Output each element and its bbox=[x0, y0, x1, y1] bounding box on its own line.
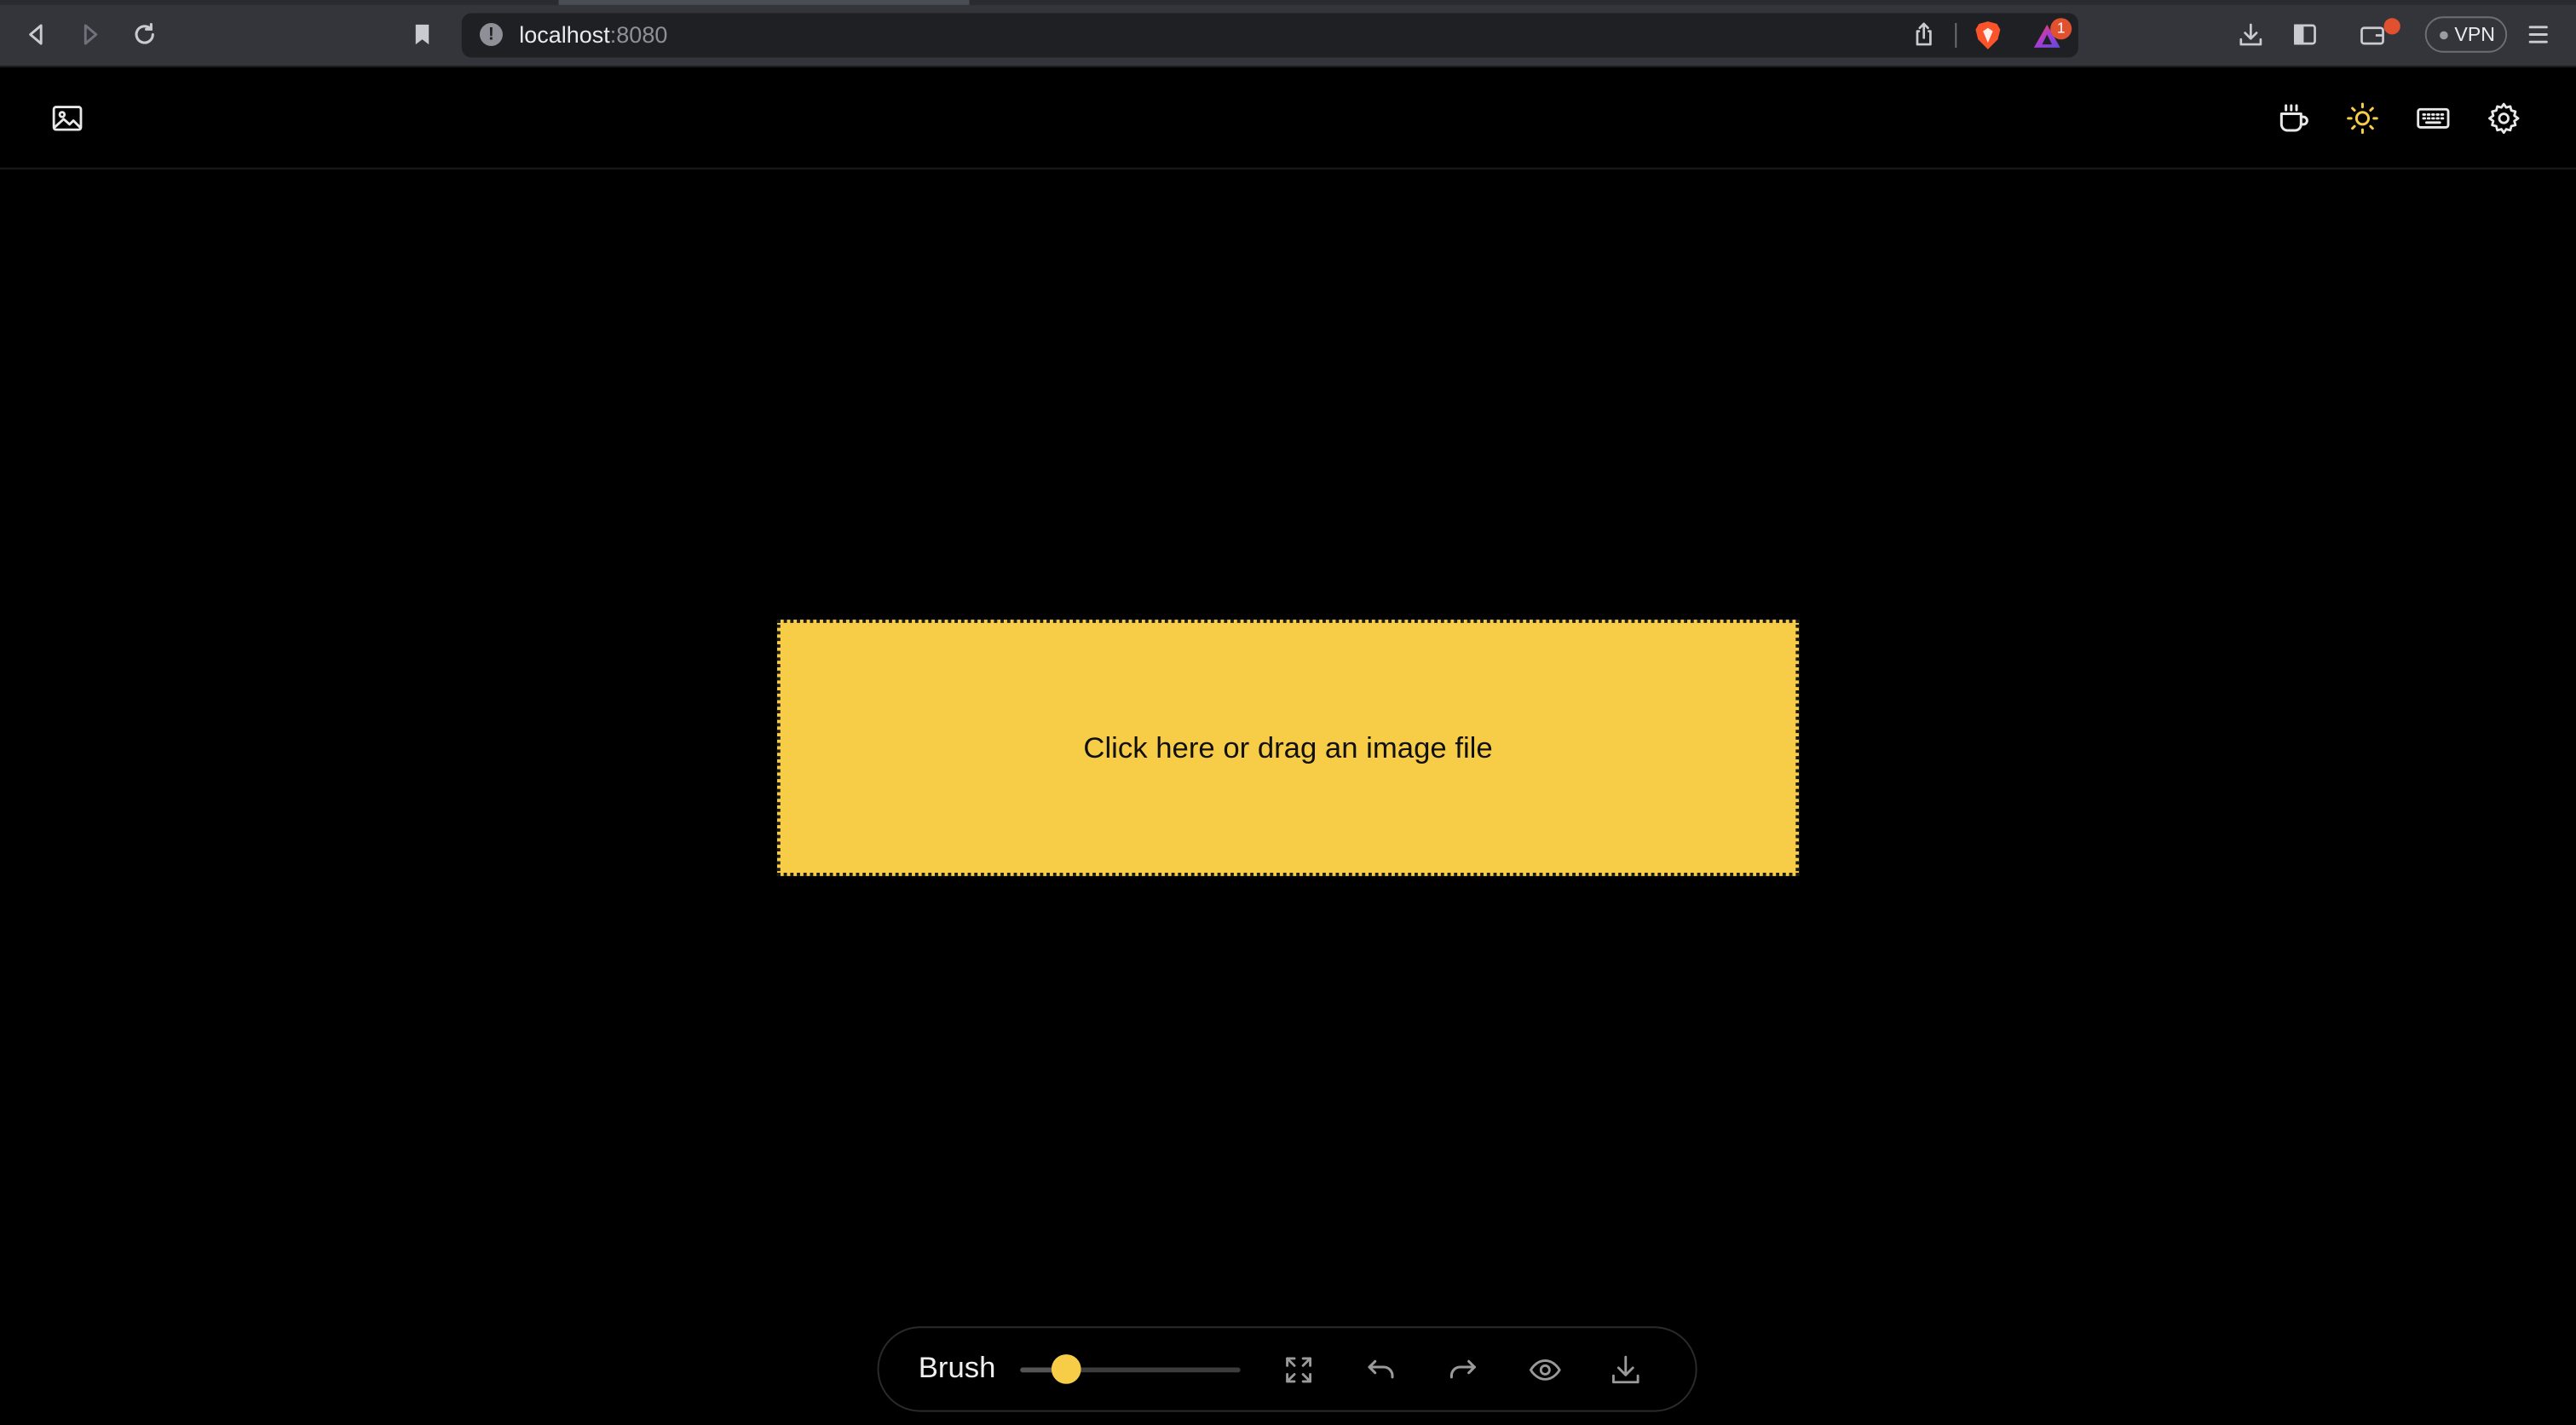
dropzone-text: Click here or drag an image file bbox=[1083, 730, 1493, 764]
editor-toolbar: Brush bbox=[877, 1326, 1697, 1412]
browser-toolbar: ! localhost:8080 1 VPN bbox=[0, 0, 2576, 68]
wallet-badge bbox=[2383, 18, 2400, 35]
app-window: ! localhost:8080 1 VPN Click here or dra… bbox=[0, 0, 2576, 1425]
url-text[interactable]: localhost:8080 bbox=[519, 21, 667, 48]
rewards-badge: 1 bbox=[2050, 18, 2072, 40]
tab-strip bbox=[0, 0, 2576, 5]
sun-icon[interactable] bbox=[2339, 95, 2385, 141]
vpn-label: VPN bbox=[2454, 22, 2496, 46]
undo-icon[interactable] bbox=[1358, 1347, 1401, 1390]
eye-icon[interactable] bbox=[1523, 1347, 1565, 1390]
url-divider bbox=[1955, 22, 1957, 48]
url-port: :8080 bbox=[609, 21, 668, 48]
settings-icon[interactable] bbox=[2481, 95, 2527, 141]
active-tab-indicator[interactable] bbox=[558, 0, 970, 5]
brush-size-thumb[interactable] bbox=[1052, 1354, 1081, 1384]
vpn-status-dot bbox=[2440, 31, 2448, 40]
keyboard-icon[interactable] bbox=[2410, 95, 2456, 141]
image-dropzone[interactable]: Click here or drag an image file bbox=[776, 620, 1800, 876]
image-icon[interactable] bbox=[44, 95, 90, 141]
coffee-icon[interactable] bbox=[2270, 95, 2316, 141]
brush-label: Brush bbox=[918, 1351, 996, 1384]
reload-icon[interactable] bbox=[126, 16, 162, 52]
forward-icon[interactable] bbox=[72, 16, 108, 52]
brave-shields-icon[interactable] bbox=[1974, 20, 2003, 51]
app-header bbox=[0, 67, 2576, 170]
redo-icon[interactable] bbox=[1441, 1347, 1484, 1390]
downloads-icon[interactable] bbox=[2233, 16, 2268, 52]
site-info-icon[interactable]: ! bbox=[479, 22, 503, 46]
menu-icon[interactable] bbox=[2521, 16, 2556, 52]
bookmark-icon[interactable] bbox=[404, 16, 440, 52]
share-icon[interactable] bbox=[1910, 21, 1937, 48]
download-icon[interactable] bbox=[1604, 1347, 1646, 1390]
sidebar-icon[interactable] bbox=[2287, 16, 2323, 52]
back-icon[interactable] bbox=[18, 16, 54, 52]
fullscreen-icon[interactable] bbox=[1276, 1347, 1319, 1390]
url-host: localhost bbox=[519, 21, 610, 48]
vpn-button[interactable]: VPN bbox=[2424, 16, 2508, 53]
address-bar[interactable]: ! localhost:8080 1 bbox=[461, 13, 2078, 58]
